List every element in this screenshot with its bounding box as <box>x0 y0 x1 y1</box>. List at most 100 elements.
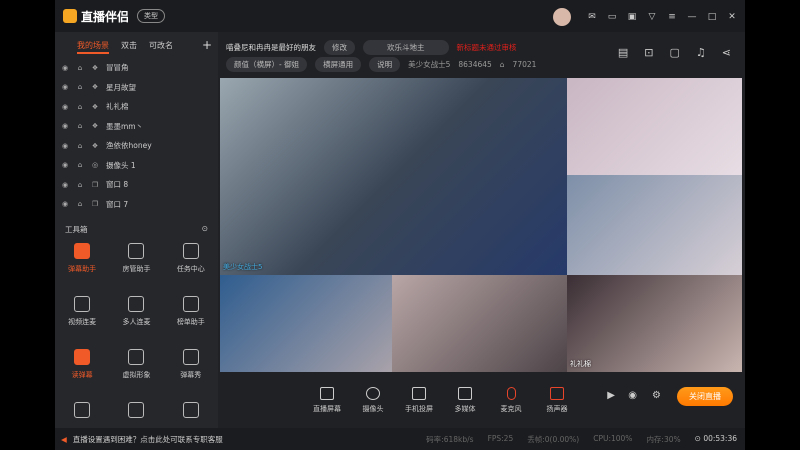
source-item[interactable]: ◉ ⌂ ❖ 礼礼棉 <box>55 97 218 117</box>
microphone-button[interactable]: 麦克风 <box>488 386 534 414</box>
lock-icon[interactable]: ⌂ <box>76 83 84 91</box>
stream-tile[interactable] <box>567 78 742 175</box>
task-icon <box>182 243 199 259</box>
tool-avatar[interactable]: 虚拟形象 <box>109 349 163 394</box>
home-icon: ⌂ <box>499 60 505 69</box>
tool-multi-link[interactable]: 多人连麦 <box>109 296 163 341</box>
menu-icon[interactable]: ≡ <box>667 12 677 22</box>
eye-icon[interactable]: ◉ <box>628 390 637 401</box>
lock-icon[interactable]: ⌂ <box>76 161 84 169</box>
window-icon: ❐ <box>91 180 99 189</box>
gift-icon[interactable]: ▤ <box>618 46 628 59</box>
phone-icon <box>412 386 426 400</box>
filter-icon[interactable]: ▽ <box>647 12 657 22</box>
main-stream-tile[interactable]: 美少女战士5 <box>220 78 567 275</box>
source-item[interactable]: ◉ ⌂ ❖ 墨墨mm丶 <box>55 117 218 137</box>
stream-tile[interactable] <box>567 175 742 275</box>
video-preview[interactable]: 美少女战士5 礼礼棉 <box>220 78 742 372</box>
tab-my-scenes[interactable]: 我的场景 <box>77 40 109 54</box>
media-icon <box>458 386 472 400</box>
close-icon[interactable]: ✕ <box>727 12 737 22</box>
toolbox-title: 工具箱 <box>65 225 88 234</box>
chat-icon[interactable]: ▢ <box>670 46 680 59</box>
stream-tile[interactable] <box>220 275 392 372</box>
lock-icon[interactable]: ⌂ <box>76 142 84 150</box>
source-name: 摄像头 1 <box>106 160 136 170</box>
danmaku-icon <box>74 243 91 259</box>
stream-tile[interactable] <box>392 275 567 372</box>
control-label: 扬声器 <box>546 404 568 413</box>
tool-ranking[interactable]: 榜单助手 <box>164 296 218 341</box>
control-label: 麦克风 <box>500 404 522 413</box>
source-item[interactable]: ◉ ⌂ ❖ 星月故望 <box>55 78 218 98</box>
source-item[interactable]: ◉ ⌂ ❐ 窗口 7 <box>55 195 218 215</box>
category-select[interactable]: 欢乐斗地主 <box>363 40 449 55</box>
explain-button[interactable]: 说明 <box>369 57 401 72</box>
eye-icon[interactable]: ◉ <box>61 161 69 169</box>
eye-icon[interactable]: ◉ <box>61 142 69 150</box>
tool-read-danmaku[interactable]: 读弹幕 <box>55 349 109 394</box>
type-button[interactable]: 类型 <box>137 9 166 23</box>
message-icon[interactable]: ▣ <box>627 12 637 22</box>
tile-label: 美少女战士5 <box>223 263 263 271</box>
maximize-icon[interactable]: □ <box>707 12 717 22</box>
app-window: 直播伴侣 类型 ✉ ▭ ▣ ▽ ≡ — □ ✕ 我的场景 双击 可改名 + ◉ ⌂… <box>55 0 745 450</box>
lock-icon[interactable]: ⌂ <box>76 181 84 189</box>
lock-icon[interactable]: ⌂ <box>76 64 84 72</box>
stream-tile[interactable]: 礼礼棉 <box>567 275 742 372</box>
bell-icon[interactable]: ♫ <box>696 46 706 59</box>
fire-icon <box>182 402 199 418</box>
add-scene-icon[interactable]: + <box>202 38 212 52</box>
source-item[interactable]: ◉ ⌂ ❐ 窗口 8 <box>55 175 218 195</box>
eye-icon[interactable]: ◉ <box>61 83 69 91</box>
memory-usage: 内存:30% <box>646 434 681 444</box>
camera-button[interactable]: 摄像头 <box>350 386 396 414</box>
settings-icon[interactable]: ⚙ <box>652 390 661 401</box>
eye-icon[interactable]: ◉ <box>61 181 69 189</box>
speaker-button[interactable]: 扬声器 <box>534 386 580 414</box>
source-item[interactable]: ◉ ⌂ ◎ 摄像头 1 <box>55 156 218 176</box>
eye-icon[interactable]: ◉ <box>61 200 69 208</box>
stop-live-button[interactable]: 关闭直播 <box>677 387 733 406</box>
control-label: 手机投屏 <box>405 404 433 413</box>
mode-select[interactable]: 颜值（横屏）- 御姐 <box>226 57 308 72</box>
layout-select[interactable]: 横屏通用 <box>315 57 362 72</box>
tab-double-click[interactable]: 双击 <box>121 40 137 54</box>
eye-icon[interactable]: ◉ <box>61 103 69 111</box>
share-icon[interactable]: ⋖ <box>722 46 731 59</box>
lock-icon[interactable]: ⌂ <box>76 122 84 130</box>
phone-cast-button[interactable]: 手机投屏 <box>396 386 442 414</box>
tool-room-manager[interactable]: 房管助手 <box>109 243 163 288</box>
support-link[interactable]: 直播设置遇到困难？点击此处可联系专职客服 <box>73 434 223 445</box>
eye-icon[interactable]: ◉ <box>61 64 69 72</box>
clock-icon: ⊙ <box>694 433 704 443</box>
record-icon[interactable]: ▶ <box>607 390 615 401</box>
video-link-icon <box>74 296 91 312</box>
multi-link-icon <box>128 296 145 312</box>
tab-rename[interactable]: 可改名 <box>149 40 173 54</box>
tool-label: 读弹幕 <box>71 371 93 379</box>
tool-danmaku-assistant[interactable]: 弹幕助手 <box>55 243 109 288</box>
lock-icon[interactable]: ⊡ <box>644 46 653 59</box>
media-button[interactable]: 多媒体 <box>442 386 488 414</box>
source-item[interactable]: ◉ ⌂ ❖ 冒冒角 <box>55 58 218 78</box>
live-screen-button[interactable]: 直播屏幕 <box>304 386 350 414</box>
more-icon[interactable]: ⊙ <box>202 224 208 235</box>
minimize-icon[interactable]: — <box>687 12 697 22</box>
anchor-name: 美少女战士5 <box>408 60 451 69</box>
pk-icon <box>128 402 145 418</box>
screen-icon[interactable]: ▭ <box>607 12 617 22</box>
tv-icon <box>182 349 199 365</box>
edit-title-button[interactable]: 修改 <box>324 40 355 55</box>
lock-icon[interactable]: ⌂ <box>76 103 84 111</box>
tool-task-center[interactable]: 任务中心 <box>164 243 218 288</box>
tool-danmaku-show[interactable]: 弹幕秀 <box>164 349 218 394</box>
lock-icon[interactable]: ⌂ <box>76 200 84 208</box>
source-item[interactable]: ◉ ⌂ ❖ 渔依依honey <box>55 136 218 156</box>
mail-icon[interactable]: ✉ <box>587 12 597 22</box>
eye-icon[interactable]: ◉ <box>61 122 69 130</box>
source-name: 窗口 7 <box>106 199 129 209</box>
tool-video-link[interactable]: 视频连麦 <box>55 296 109 341</box>
warning-text: 新标题未通过审核 <box>456 43 517 52</box>
avatar[interactable] <box>553 8 571 26</box>
